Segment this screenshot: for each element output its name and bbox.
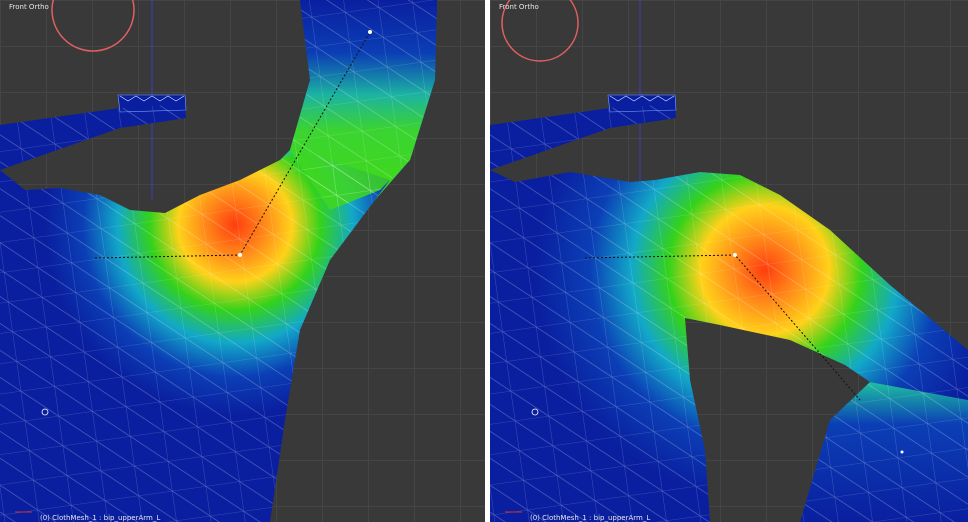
viewport-right[interactable]: Front Ortho (0) ClothMesh_1 : bip_upperA… (490, 0, 968, 522)
weight-paint-mesh (490, 0, 968, 522)
viewport-left[interactable]: Front Ortho (0) ClothMesh_1 : bip_upperA… (0, 0, 485, 522)
object-label: (0) ClothMesh_1 : bip_upperArm_L (40, 514, 161, 522)
view-label: Front Ortho (499, 3, 539, 11)
3d-cursor-ring (51, 0, 135, 52)
weight-paint-mesh (0, 0, 437, 522)
view-label: Front Ortho (9, 3, 49, 11)
object-label: (0) ClothMesh_1 : bip_upperArm_L (530, 514, 651, 522)
